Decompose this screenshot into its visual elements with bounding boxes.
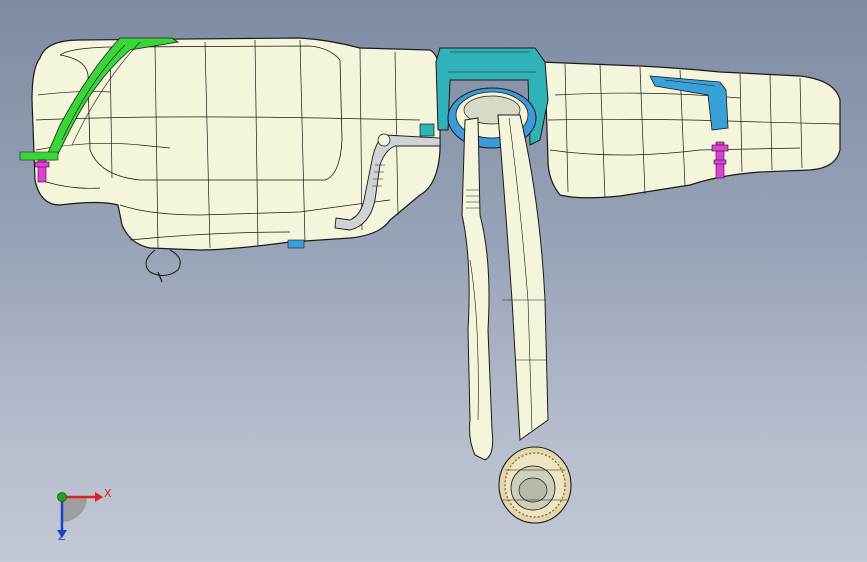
z-axis-label: Z [58, 530, 66, 543]
filler-cap[interactable] [498, 446, 572, 524]
vent-hose[interactable] [461, 117, 494, 461]
axis-triad: X Z [57, 487, 112, 543]
bottom-clip[interactable] [287, 239, 305, 249]
y-axis-point [57, 492, 67, 502]
cad-viewport[interactable]: X Z [0, 0, 867, 562]
fuel-tank-model[interactable]: X Z [0, 0, 867, 562]
wire-loop[interactable] [145, 249, 181, 283]
x-axis-label: X [104, 487, 112, 500]
filler-neck-pipe[interactable] [497, 114, 549, 441]
